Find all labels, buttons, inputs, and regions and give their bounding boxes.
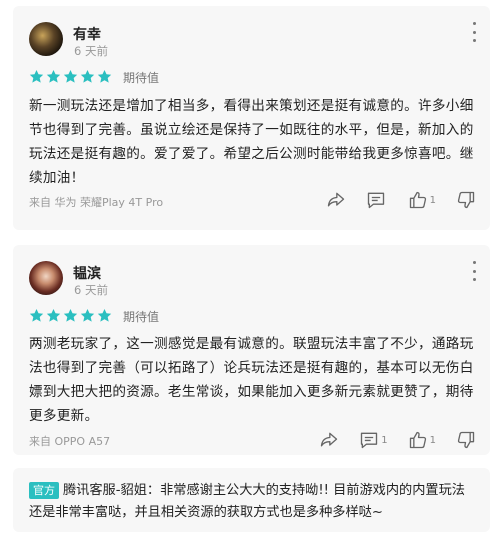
comment-icon [367,192,384,209]
like-count: 1 [429,434,436,446]
dislike-button[interactable] [456,190,476,210]
dislike-button[interactable] [456,430,476,450]
username[interactable]: 韫滨 [73,263,101,283]
official-reply-card: 腾讯客服-貂姐：非常感谢主公大大的支持呦!! 目前游戏内的内置玩法还是非常丰富哒… [13,468,490,532]
thumbs-up-icon [409,191,426,209]
rating-label: 期待值 [123,71,160,85]
share-button[interactable] [319,430,339,450]
review-text: 新一测玩法还是增加了相当多，看得出来策划还是挺有诚意的。许多小细节也得到了完善。… [29,98,474,186]
reviews-page: 有幸 6 天前 期待值 新一测玩法还是增加了相当多，看得出来策划还是挺有诚意的。… [0,0,500,535]
review-card: 韫滨 6 天前 期待值 两测老玩家了，这一测感觉是最有诚意的。联盟玩法丰富了不少… [13,245,490,455]
device-label: 来自 OPPO A57 [29,435,111,448]
review-actions: 1 [306,190,476,210]
share-icon [327,192,344,207]
review-date: 6 天前 [74,44,108,58]
review-actions: 1 1 [299,430,476,450]
more-dots-icon[interactable] [470,22,478,42]
thumbs-down-icon [457,191,475,209]
official-badge: 官方 [29,482,59,499]
review-date: 6 天前 [74,283,108,297]
device-label: 来自 华为 荣耀Play 4T Pro [29,196,164,209]
share-icon [321,432,338,447]
star-icon [80,308,95,322]
star-rating [29,308,112,323]
username[interactable]: 有幸 [73,24,101,44]
avatar[interactable] [29,22,63,56]
like-button[interactable]: 1 [408,430,436,450]
avatar[interactable] [29,261,63,295]
thumbs-down-icon [457,431,475,449]
star-rating [29,69,112,84]
official-reply-text: 腾讯客服-貂姐：非常感谢主公大大的支持呦!! 目前游戏内的内置玩法还是非常丰富哒… [29,483,465,520]
star-icon [97,69,112,83]
comment-button[interactable] [366,190,388,210]
comment-count: 1 [381,434,388,446]
star-icon [46,308,61,322]
star-icon [29,69,44,83]
star-icon [97,308,112,322]
rating-label: 期待值 [123,310,160,324]
thumbs-up-icon [409,431,426,449]
review-card: 有幸 6 天前 期待值 新一测玩法还是增加了相当多，看得出来策划还是挺有诚意的。… [13,6,490,230]
more-dots-icon[interactable] [470,261,478,281]
like-count: 1 [429,194,436,206]
review-text: 两测老玩家了，这一测感觉是最有诚意的。联盟玩法丰富了不少，通路玩法也得到了完善（… [29,336,474,424]
like-button[interactable]: 1 [408,190,436,210]
comment-icon [361,432,378,449]
star-icon [80,69,95,83]
share-button[interactable] [326,190,346,210]
star-icon [63,69,78,83]
star-icon [63,308,78,322]
star-icon [29,308,44,322]
star-icon [46,69,61,83]
comment-button[interactable]: 1 [359,430,388,450]
